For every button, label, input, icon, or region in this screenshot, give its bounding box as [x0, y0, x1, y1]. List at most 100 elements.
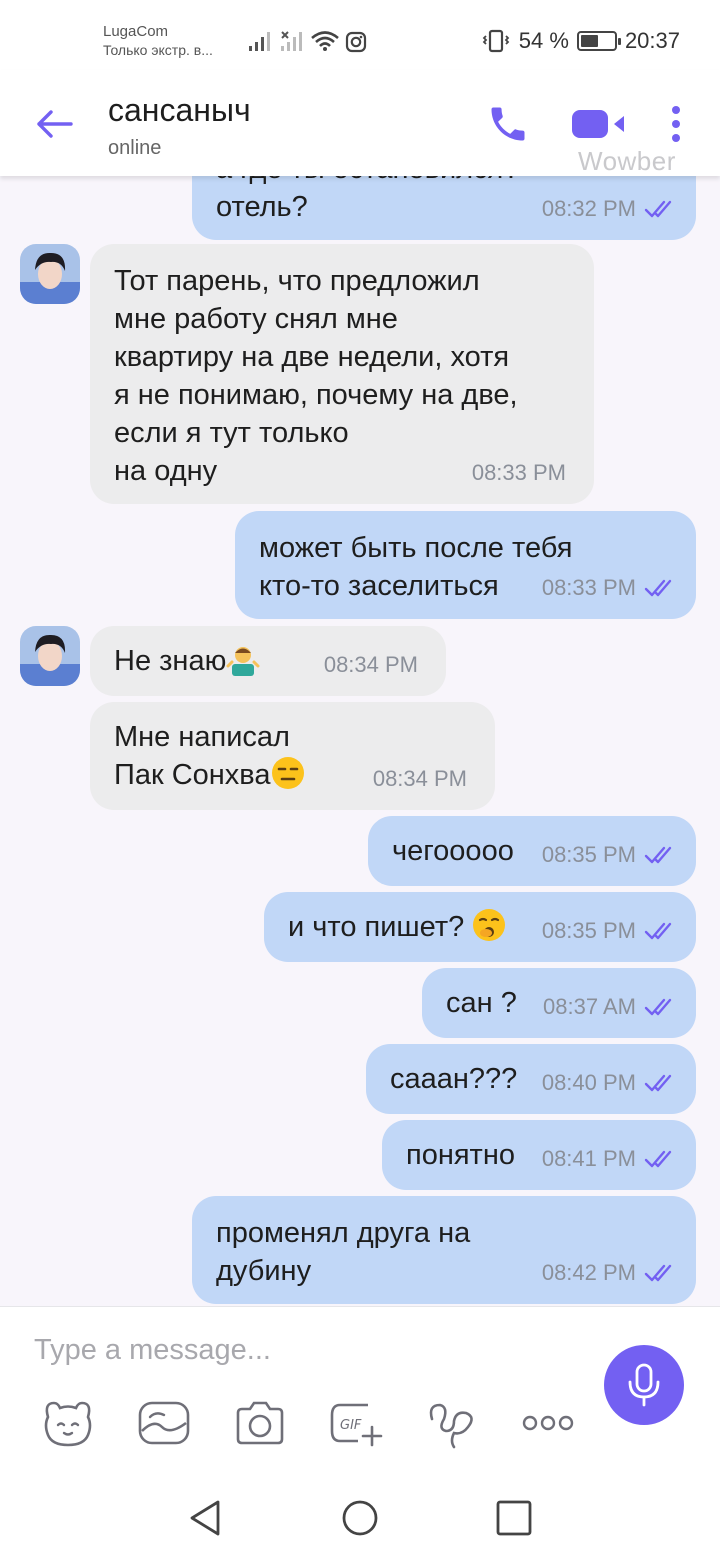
photo-gallery-icon [138, 1401, 190, 1445]
avatar[interactable] [20, 626, 80, 686]
message-meta: 08:34 PM [324, 646, 418, 684]
sticker-button[interactable] [40, 1395, 96, 1451]
avatar-image [20, 626, 80, 686]
battery-fill [580, 35, 598, 47]
contact-status: online [108, 137, 162, 159]
expressionless-face-emoji-icon [271, 757, 304, 789]
doodle-icon [429, 1403, 473, 1449]
microphone-icon [628, 1363, 660, 1407]
camera-icon [236, 1401, 284, 1445]
read-receipt-icon [644, 998, 672, 1016]
message-time: 08:34 PM [372, 766, 467, 791]
doodle-button[interactable] [424, 1395, 480, 1451]
message-meta: 08:35 PM [542, 836, 678, 874]
message-time: 08:35 PM [541, 842, 636, 867]
message-bubble-outgoing[interactable]: понятно 08:41 PM [382, 1120, 696, 1190]
message-bubble-outgoing[interactable]: может быть после тебя кто-то заселиться … [235, 511, 696, 619]
message-text-content: и что пишет? [288, 911, 465, 943]
system-nav-bar [0, 1474, 720, 1560]
message-bubble-incoming[interactable]: Не знаю 08:34 PM [90, 626, 446, 696]
more-options-icon [522, 1415, 574, 1431]
nav-back-button[interactable] [186, 1498, 226, 1538]
message-time: 08:33 PM [541, 575, 636, 600]
watermark: Wowber [578, 146, 676, 176]
arrow-left-icon [37, 110, 73, 138]
message-bubble-incoming[interactable]: Тот парень, что предложил мне работу сня… [90, 244, 594, 504]
message-composer: GIF [0, 1306, 720, 1474]
message-time: 08:33 PM [471, 460, 566, 485]
message-time: 08:34 PM [323, 652, 418, 677]
read-receipt-icon [644, 579, 672, 597]
chat-header: сансаныч online Wowber [0, 70, 720, 176]
phone-icon [491, 107, 525, 141]
message-meta: 08:40 PM [542, 1064, 678, 1102]
back-button[interactable] [30, 100, 78, 148]
message-time: 08:41 PM [541, 1146, 636, 1171]
contact-name[interactable]: сансаныч [108, 92, 251, 129]
wifi-icon [311, 31, 339, 51]
message-time: 08:40 PM [541, 1070, 636, 1095]
carrier-info: LugaCom Только экстр. в... [103, 22, 213, 60]
nav-home-button[interactable] [340, 1498, 380, 1538]
message-input[interactable] [34, 1327, 574, 1373]
svg-text:GIF: GIF [340, 1418, 362, 1433]
nav-recents-button[interactable] [494, 1498, 534, 1538]
message-meta: 08:34 PM [373, 760, 467, 798]
message-list[interactable]: а где ты остановился? отель? 08:32 PM То… [0, 176, 720, 1306]
camera-button[interactable] [232, 1395, 288, 1451]
vibrate-icon [482, 29, 510, 53]
message-text-content: Не знаю [114, 645, 227, 677]
dot-icon [672, 120, 680, 128]
dot-icon [672, 134, 680, 142]
message-time: 08:42 PM [541, 1260, 636, 1285]
message-time: 08:37 AM [543, 994, 636, 1019]
read-receipt-icon [644, 1074, 672, 1092]
cell-signal-2-icon [281, 31, 302, 51]
read-receipt-icon [644, 200, 672, 218]
gif-icon: GIF [330, 1403, 383, 1447]
message-bubble-outgoing[interactable]: а где ты остановился? отель? 08:32 PM [192, 176, 696, 240]
home-icon [342, 1500, 378, 1536]
video-call-button[interactable] [570, 106, 630, 142]
battery-icon [576, 31, 621, 51]
recents-icon [496, 1500, 532, 1536]
message-meta: 08:41 PM [542, 1140, 678, 1178]
more-attachments-button[interactable] [520, 1395, 576, 1451]
message-meta: 08:33 PM [472, 454, 566, 492]
video-camera-icon [572, 110, 624, 138]
yawning-face-emoji-icon [473, 909, 506, 941]
dot-icon [672, 106, 680, 114]
message-meta: 08:33 PM [542, 569, 678, 607]
message-time: 08:35 PM [541, 918, 636, 943]
more-options-button[interactable] [664, 102, 688, 146]
message-bubble-outgoing[interactable]: сан ? 08:37 AM [422, 968, 696, 1038]
message-text-content: Мне написал Пак Сонхва [114, 721, 290, 791]
avatar-image [20, 244, 80, 304]
message-bubble-outgoing[interactable]: и что пишет? 08:35 PM [264, 892, 696, 962]
message-meta: 08:35 PM [542, 912, 678, 950]
gallery-button[interactable] [136, 1395, 192, 1451]
message-meta: 08:37 AM [543, 988, 678, 1026]
status-bar: LugaCom Только экстр. в... 54 % 20:37 [0, 0, 720, 70]
message-bubble-incoming[interactable]: Мне написал Пак Сонхва 08:34 PM [90, 702, 495, 810]
status-right: 54 % 20:37 [481, 28, 680, 54]
carrier-name: LugaCom [103, 23, 169, 40]
back-icon [190, 1500, 220, 1536]
cell-signal-icon [249, 32, 270, 51]
voice-message-button[interactable] [604, 1345, 684, 1425]
instagram-notification-icon [345, 31, 367, 53]
gif-button[interactable]: GIF [328, 1395, 384, 1451]
avatar[interactable] [20, 244, 80, 304]
read-receipt-icon [644, 1264, 672, 1282]
read-receipt-icon [644, 922, 672, 940]
sticker-icon [44, 1401, 92, 1447]
clock: 20:37 [624, 28, 680, 53]
message-bubble-outgoing[interactable]: променял друга на дубину 08:42 PM [192, 1196, 696, 1304]
message-meta: 08:32 PM [542, 190, 678, 228]
battery-percent: 54 % [518, 28, 569, 53]
message-bubble-outgoing[interactable]: сааан??? 08:40 PM [366, 1044, 696, 1114]
voice-call-button[interactable] [486, 102, 530, 146]
message-meta: 08:42 PM [542, 1254, 678, 1292]
person-shrugging-emoji-icon [226, 647, 260, 676]
message-bubble-outgoing[interactable]: чегооооо 08:35 PM [368, 816, 696, 886]
